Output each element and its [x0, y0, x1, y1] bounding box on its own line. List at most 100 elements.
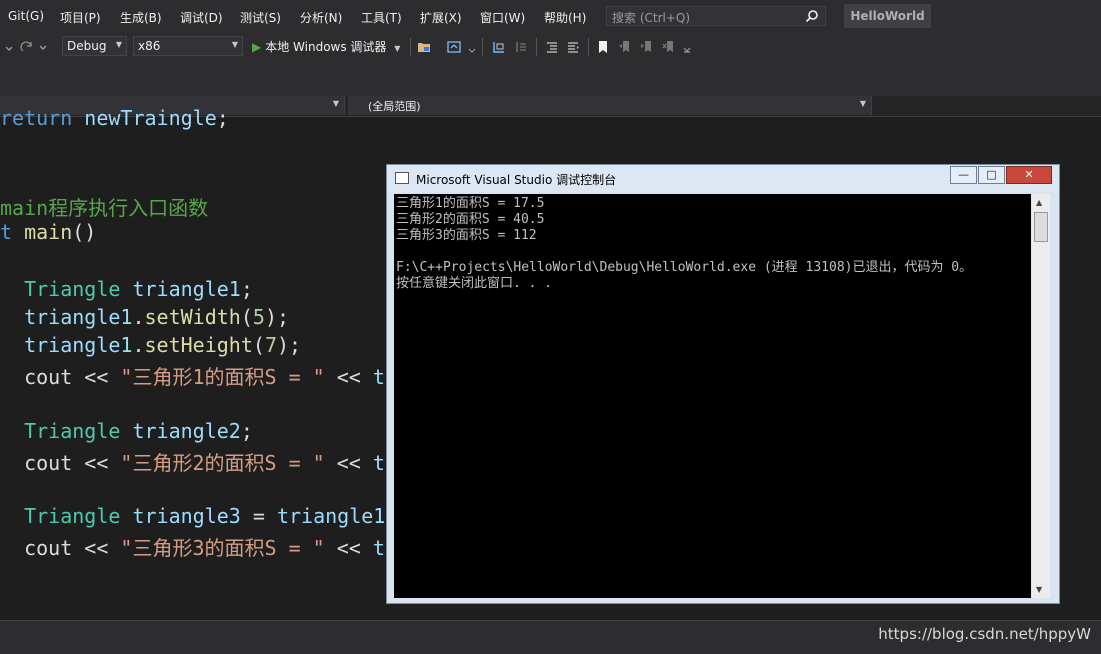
- bookmark-icon[interactable]: [596, 40, 610, 54]
- code-line: Triangle triangle2;: [0, 419, 253, 443]
- outdent-icon[interactable]: [566, 40, 580, 54]
- scope-value: (全局范围): [368, 100, 421, 113]
- code-token: triangle1: [276, 504, 386, 528]
- code-line: Triangle triangle3 = triangle1: [0, 504, 385, 528]
- chevron-down-icon: ▼: [394, 44, 401, 53]
- chevron-down-icon[interactable]: [468, 40, 476, 54]
- redo-icon[interactable]: [20, 40, 34, 54]
- indent-icon[interactable]: [545, 40, 559, 54]
- code-token: (: [240, 305, 253, 329]
- scroll-up-icon[interactable]: ▲: [1036, 198, 1042, 207]
- code-line: main程序执行入口函数: [0, 192, 208, 221]
- search-icon: [805, 10, 818, 23]
- maximize-button[interactable]: □: [978, 166, 1005, 184]
- code-token: Triangle: [24, 419, 121, 443]
- debug-console-window[interactable]: Microsoft Visual Studio 调试控制台 — □ ✕ 三角形1…: [386, 164, 1060, 604]
- console-titlebar[interactable]: Microsoft Visual Studio 调试控制台 — □ ✕: [387, 165, 1059, 192]
- code-token: 7: [264, 333, 277, 357]
- format-icon[interactable]: [514, 40, 528, 54]
- code-token: cout <<: [0, 365, 121, 389]
- console-scrollbar[interactable]: ▲ ▼: [1032, 194, 1050, 598]
- previous-bookmark-icon[interactable]: [618, 40, 632, 54]
- code-token: triangle2: [132, 419, 241, 443]
- toolbar-separator: [482, 38, 483, 56]
- folder-icon[interactable]: [417, 40, 431, 54]
- console-line: F:\C++Projects\HelloWorld\Debug\HelloWor…: [396, 260, 973, 275]
- menu-analyze[interactable]: 分析(N): [300, 9, 342, 26]
- code-token: (): [72, 220, 97, 244]
- code-token: triangle1: [24, 305, 133, 329]
- platform-select[interactable]: x86 ▼: [133, 36, 243, 56]
- code-token: t: [372, 365, 385, 389]
- solution-title: HelloWorld: [844, 4, 931, 28]
- menu-project[interactable]: 项目(P): [60, 9, 101, 26]
- menu-tools[interactable]: 工具(T): [361, 9, 402, 26]
- minimize-button[interactable]: —: [950, 166, 977, 184]
- code-token: Triangle: [24, 504, 121, 528]
- code-token: "三角形1的面积S = ": [120, 365, 325, 389]
- code-token: t: [0, 220, 13, 244]
- scroll-thumb[interactable]: [1034, 212, 1048, 242]
- menu-help[interactable]: 帮助(H): [544, 9, 586, 26]
- code-token: =: [240, 504, 277, 528]
- scope-select[interactable]: (全局范围) ▼: [348, 96, 872, 115]
- console-line: 三角形1的面积S = 17.5: [396, 196, 545, 211]
- console-title: Microsoft Visual Studio 调试控制台: [416, 173, 617, 187]
- code-token: ;: [240, 277, 253, 301]
- clear-bookmarks-icon[interactable]: [662, 40, 676, 54]
- code-token: );: [264, 305, 290, 329]
- menu-test[interactable]: 测试(S): [240, 9, 281, 26]
- platform-value: x86: [138, 39, 161, 53]
- console-output[interactable]: 三角形1的面积S = 17.5 三角形2的面积S = 40.5 三角形3的面积S =…: [394, 194, 1031, 598]
- code-token: t: [372, 536, 385, 560]
- watermark: https://blog.csdn.net/hppyW: [878, 625, 1091, 643]
- step-icon[interactable]: [492, 40, 506, 54]
- code-line: Triangle triangle1;: [0, 277, 253, 301]
- code-token: (: [252, 333, 265, 357]
- menu-debug[interactable]: 调试(D): [180, 9, 223, 26]
- chevron-down-icon: ▼: [859, 99, 866, 108]
- console-line: 三角形3的面积S = 112: [396, 228, 537, 243]
- chevron-down-icon: ▼: [231, 40, 238, 49]
- code-token: <<: [324, 365, 373, 389]
- solution-config-select[interactable]: Debug ▼: [62, 36, 127, 56]
- code-line: cout << "三角形3的面积S = " << t: [0, 532, 385, 561]
- menu-git[interactable]: Git(G): [8, 9, 44, 23]
- menu-build[interactable]: 生成(B): [120, 9, 162, 26]
- code-token: <<: [324, 536, 373, 560]
- scroll-down-icon[interactable]: ▼: [1036, 585, 1042, 594]
- start-debugging-button[interactable]: ▶ 本地 Windows 调试器 ▼: [252, 38, 400, 55]
- code-token: return: [0, 106, 73, 130]
- toolbar-overflow-icon[interactable]: [682, 40, 692, 54]
- browser-link-icon[interactable]: [447, 40, 461, 54]
- toolbar-separator: [588, 38, 589, 56]
- code-line: triangle1.setHeight(7);: [0, 333, 301, 357]
- start-debugging-label: 本地 Windows 调试器: [265, 40, 387, 54]
- close-button[interactable]: ✕: [1006, 166, 1052, 184]
- code-token: Triangle: [24, 277, 121, 301]
- toolbar-separator: [410, 38, 411, 56]
- menu-extensions[interactable]: 扩展(X): [420, 9, 462, 26]
- code-token: <<: [324, 451, 373, 475]
- code-token: newTraingle: [84, 106, 217, 130]
- menu-window[interactable]: 窗口(W): [480, 9, 525, 26]
- code-line: return newTraingle;: [0, 106, 229, 130]
- code-token: triangle3: [132, 504, 241, 528]
- code-token: setWidth: [144, 305, 241, 329]
- next-bookmark-icon[interactable]: [640, 40, 654, 54]
- code-token: main程序执行入口函数: [0, 196, 209, 220]
- code-line: t main(): [0, 220, 96, 244]
- search-input[interactable]: 搜索 (Ctrl+Q): [606, 6, 826, 26]
- code-token: cout <<: [0, 536, 121, 560]
- chevron-down-icon[interactable]: [4, 41, 14, 55]
- chevron-down-icon[interactable]: [38, 40, 48, 54]
- code-token: triangle1: [132, 277, 241, 301]
